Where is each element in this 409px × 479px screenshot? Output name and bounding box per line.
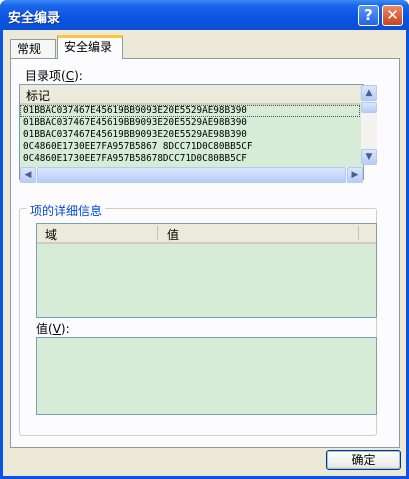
column-divider[interactable] xyxy=(358,226,359,240)
dialog-client: 常规 安全编录 目录项(C): 标记 01BBAC037467E45619BB9… xyxy=(3,30,406,476)
catalog-label: 目录项(C): xyxy=(25,69,83,83)
value-label: 值(V): xyxy=(36,322,70,336)
catalog-list[interactable]: 标记 01BBAC037467E45619BB9093E20E5529AE98B… xyxy=(19,84,364,180)
details-group-title: 项的详细信息 xyxy=(27,202,106,219)
window-title: 安全编录 xyxy=(8,11,61,26)
list-item[interactable]: 01BBAC037467E45619BB9093E20E5529AE98B390 xyxy=(20,129,360,141)
column-header-field[interactable]: 域 xyxy=(45,226,57,243)
list-item[interactable]: 0C4860E1730EE7FA957B5867 8DCC71D0C80BB5C… xyxy=(20,141,360,153)
catalog-horizontal-scrollbar[interactable]: ◀ ▶ xyxy=(20,167,363,183)
title-bar[interactable]: 安全编录 ? ✕ xyxy=(0,0,409,30)
details-list-header[interactable]: 域 值 xyxy=(37,224,376,244)
list-item[interactable]: 01BBAC037467E45619BB9093E20E5529AE98B390 xyxy=(20,117,360,129)
close-button[interactable]: ✕ xyxy=(382,5,403,26)
list-item[interactable]: 0C4860E1730EE7FA957B58678DCC71D0C80BB5CF xyxy=(20,153,360,165)
tab-general[interactable]: 常规 xyxy=(10,39,56,59)
value-display[interactable] xyxy=(36,337,377,415)
scroll-right-icon[interactable]: ▶ xyxy=(347,167,363,183)
list-item[interactable]: 01BBAC037467E45619BB9093E20E5529AE98B390 xyxy=(20,105,360,117)
column-divider[interactable] xyxy=(157,226,158,240)
details-list[interactable]: 域 值 xyxy=(36,223,377,318)
tab-strip: 常规 安全编录 xyxy=(3,30,406,59)
help-button[interactable]: ? xyxy=(358,5,379,26)
catalog-vertical-scrollbar[interactable]: ▲ ▼ xyxy=(361,85,377,165)
horizontal-scroll-thumb[interactable] xyxy=(37,167,346,183)
catalog-list-header[interactable]: 标记 xyxy=(20,85,360,105)
dialog-window: 安全编录 ? ✕ 常规 安全编录 目录项(C): 标记 01BBAC037467… xyxy=(0,0,409,479)
vertical-scroll-thumb[interactable] xyxy=(361,102,377,113)
column-header-value[interactable]: 值 xyxy=(167,226,179,243)
column-header-tag[interactable]: 标记 xyxy=(26,87,50,104)
scroll-down-icon[interactable]: ▼ xyxy=(361,149,377,165)
ok-button[interactable]: 确定 xyxy=(326,450,401,470)
scroll-left-icon[interactable]: ◀ xyxy=(20,167,36,183)
tab-security-catalog[interactable]: 安全编录 xyxy=(57,35,123,59)
scroll-up-icon[interactable]: ▲ xyxy=(361,85,377,101)
catalog-rows: 01BBAC037467E45619BB9093E20E5529AE98B390… xyxy=(20,105,360,165)
